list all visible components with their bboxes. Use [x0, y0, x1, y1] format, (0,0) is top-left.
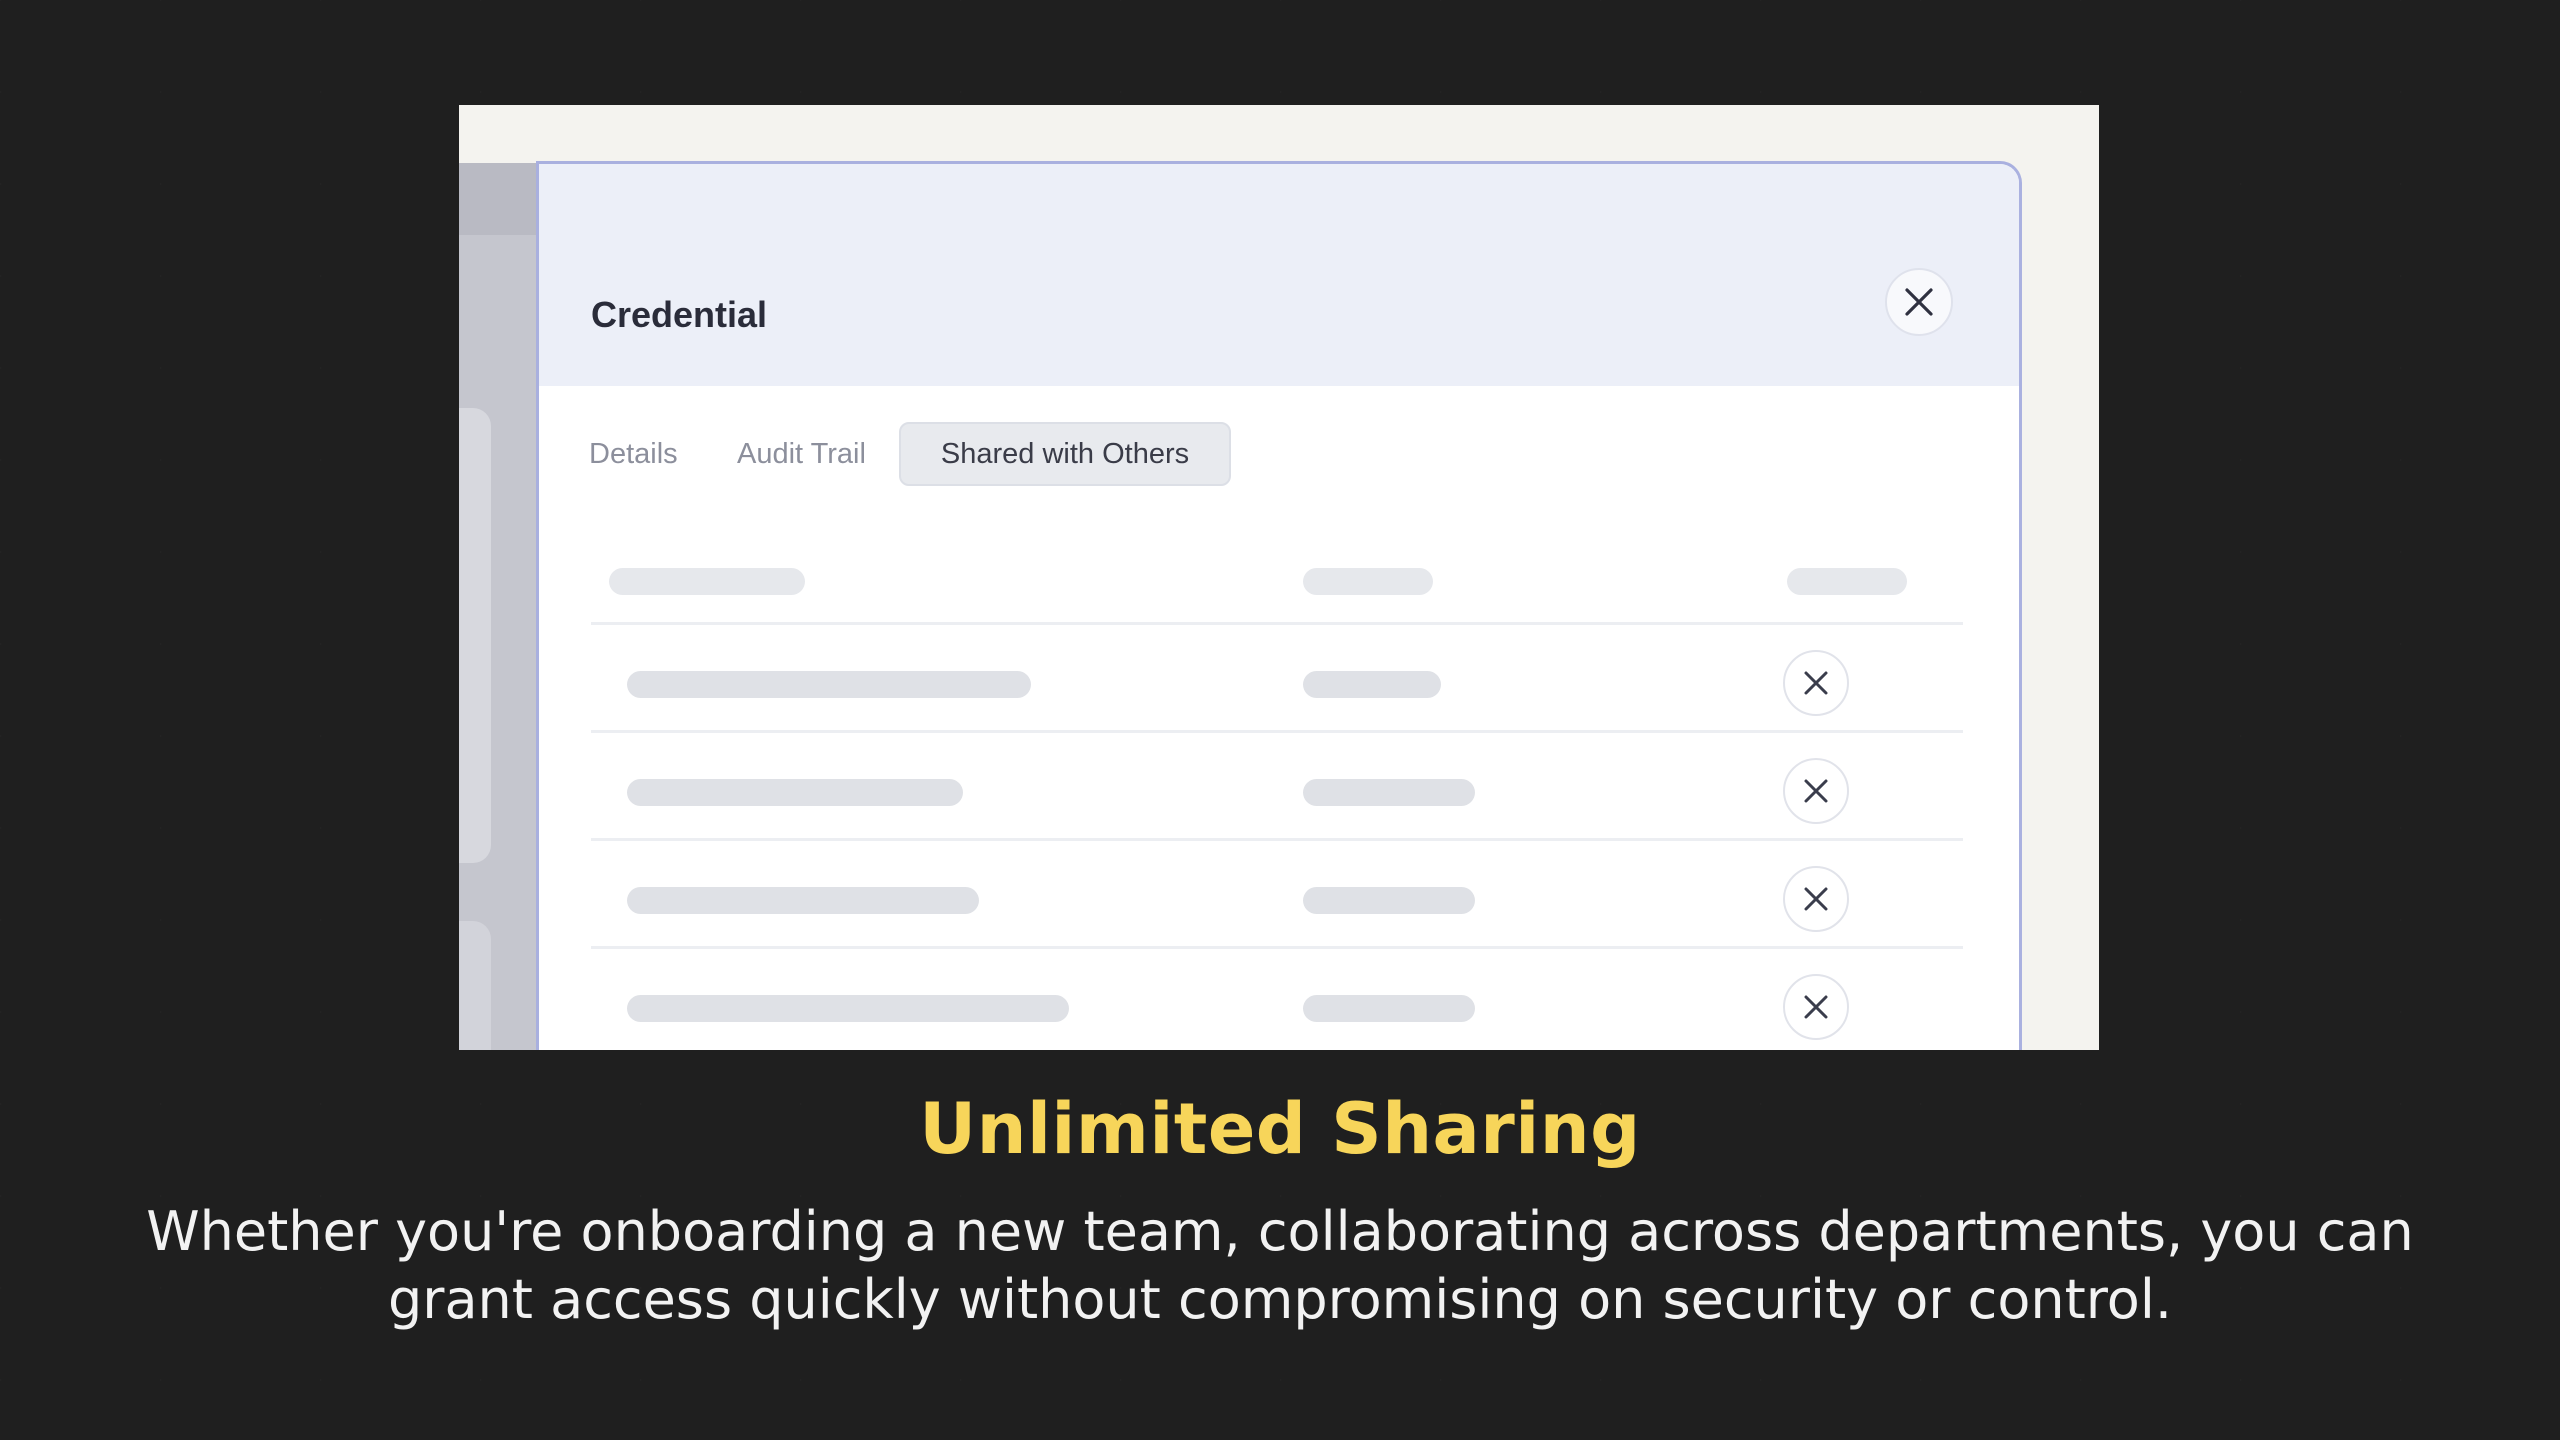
background-app-sidebar: [459, 163, 536, 1050]
credential-modal: Credential Details Audit Trail Shared wi…: [536, 161, 2022, 1050]
permission-placeholder: [1303, 671, 1441, 698]
name-placeholder: [627, 779, 963, 806]
remove-share-button[interactable]: [1783, 650, 1849, 716]
name-placeholder: [627, 887, 979, 914]
table-header: [591, 554, 1963, 625]
remove-icon: [1804, 995, 1828, 1019]
remove-icon: [1804, 887, 1828, 911]
permission-placeholder: [1303, 887, 1475, 914]
remove-share-button[interactable]: [1783, 974, 1849, 1040]
permission-placeholder: [1303, 779, 1475, 806]
table-row: [591, 733, 1963, 841]
product-screenshot: Credential Details Audit Trail Shared wi…: [459, 105, 2099, 1050]
table-row: [591, 841, 1963, 949]
shared-users-table: [591, 554, 1963, 1050]
tab-shared-with-others[interactable]: Shared with Others: [899, 422, 1231, 486]
background-app-header: [459, 163, 536, 235]
column-header-placeholder: [1787, 568, 1907, 595]
table-row: [591, 949, 1963, 1050]
column-header-placeholder: [609, 568, 805, 595]
background-card: [459, 408, 491, 863]
tab-audit-trail[interactable]: Audit Trail: [737, 422, 866, 486]
name-placeholder: [627, 671, 1031, 698]
table-row: [591, 625, 1963, 733]
background-card: [459, 921, 491, 1050]
remove-share-button[interactable]: [1783, 758, 1849, 824]
tab-details[interactable]: Details: [589, 422, 678, 486]
feature-description-line: grant access quickly without compromisin…: [387, 1268, 2173, 1331]
column-header-placeholder: [1303, 568, 1433, 595]
modal-title: Credential: [591, 294, 768, 335]
feature-description: Whether you're onboarding a new team, co…: [120, 1198, 2440, 1334]
permission-placeholder: [1303, 995, 1475, 1022]
close-button[interactable]: [1885, 268, 1953, 336]
remove-icon: [1804, 671, 1828, 695]
modal-header: Credential: [539, 164, 2019, 386]
remove-share-button[interactable]: [1783, 866, 1849, 932]
name-placeholder: [627, 995, 1069, 1022]
close-icon: [1905, 288, 1933, 316]
feature-description-line: Whether you're onboarding a new team, co…: [146, 1200, 2414, 1263]
remove-icon: [1804, 779, 1828, 803]
feature-title: Unlimited Sharing: [919, 1088, 1641, 1170]
